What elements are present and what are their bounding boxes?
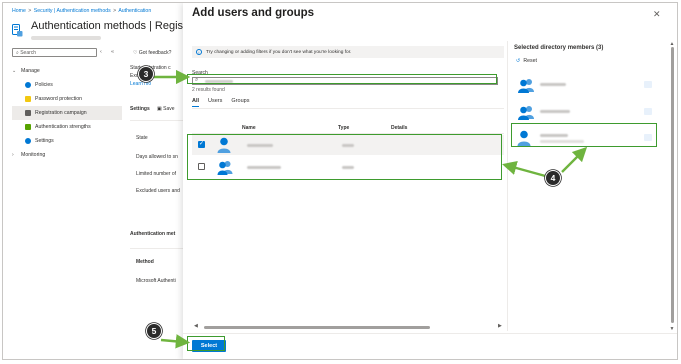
info-text: Try changing or adding filters if you do… bbox=[206, 49, 352, 55]
vertical-scrollbar[interactable]: ▲ ▼ bbox=[669, 41, 675, 333]
sidebar-item-policies[interactable]: Policies bbox=[12, 78, 122, 92]
chevron-right-icon: › bbox=[12, 152, 14, 158]
group-icon bbox=[518, 79, 534, 93]
sidebar-item-label: Manage bbox=[21, 68, 40, 74]
scroll-down-icon[interactable]: ▼ bbox=[670, 326, 675, 332]
feedback-label: Got feedback? bbox=[138, 50, 172, 56]
nav-search-input[interactable]: ⌕ Search bbox=[12, 48, 97, 57]
column-header-type[interactable]: Type bbox=[338, 125, 349, 131]
campaign-icon bbox=[25, 110, 31, 116]
screenshot-frame: Home > Security | Authentication methods… bbox=[2, 2, 678, 360]
tab-users[interactable]: Users bbox=[208, 98, 222, 107]
filter-tabs: All Users Groups bbox=[192, 98, 249, 107]
excluded-users-label: Excluded users and bbox=[136, 188, 180, 194]
method-column-header: Method bbox=[136, 259, 154, 265]
background-content: ♡ Got feedback? Start registration c Exc… bbox=[126, 3, 186, 359]
results-highlight-box bbox=[187, 134, 502, 180]
breadcrumb-separator: > bbox=[28, 8, 32, 14]
save-button[interactable]: ▣ Save bbox=[157, 106, 175, 112]
results-count: 2 results found bbox=[192, 87, 225, 93]
panel-divider bbox=[507, 41, 508, 331]
sidebar-item-label: Registration campaign bbox=[35, 110, 87, 116]
sidebar-item-label: Policies bbox=[35, 82, 53, 88]
remove-member-button[interactable] bbox=[644, 108, 652, 115]
background-page: Home > Security | Authentication methods… bbox=[3, 3, 186, 359]
sidebar-item-registration-campaign[interactable]: Registration campaign bbox=[12, 106, 122, 120]
reset-button[interactable]: ↺ Reset bbox=[516, 58, 537, 64]
sidebar-item-settings[interactable]: Settings bbox=[12, 134, 122, 148]
sidebar-item-monitoring[interactable]: › Monitoring bbox=[12, 148, 122, 162]
step-5-callout: 5 bbox=[146, 323, 162, 339]
scrollbar-thumb[interactable] bbox=[204, 325, 430, 329]
page-subtitle-redacted bbox=[31, 36, 101, 40]
remove-member-button[interactable] bbox=[644, 81, 652, 88]
shield-icon bbox=[25, 124, 31, 130]
scrollbar-thumb[interactable] bbox=[670, 47, 674, 323]
auth-methods-icon bbox=[12, 24, 23, 37]
select-button-highlight-box bbox=[187, 336, 225, 351]
scroll-left-icon[interactable]: ◀ bbox=[194, 323, 198, 329]
tab-all[interactable]: All bbox=[192, 98, 200, 107]
state-label: State bbox=[136, 135, 148, 141]
breadcrumb-security[interactable]: Security | Authentication methods bbox=[34, 8, 111, 14]
close-icon[interactable]: ✕ bbox=[653, 9, 661, 20]
save-label: Save bbox=[163, 106, 175, 112]
divider bbox=[130, 248, 186, 249]
sidebar-item-label: Password protection bbox=[35, 96, 82, 102]
key-icon bbox=[25, 96, 31, 102]
divider bbox=[130, 120, 186, 121]
tabs-divider bbox=[192, 108, 504, 109]
undo-icon: ↺ bbox=[516, 58, 521, 64]
chevron-down-icon: ⌄ bbox=[12, 68, 17, 74]
gear-icon bbox=[25, 138, 31, 144]
limited-number-label: Limited number of bbox=[136, 171, 177, 177]
info-icon: i bbox=[196, 49, 202, 55]
sidebar-item-authentication-strengths[interactable]: Authentication strengths bbox=[12, 120, 122, 134]
selected-member bbox=[514, 75, 659, 95]
horizontal-scrollbar[interactable]: ◀ ▶ bbox=[192, 323, 504, 330]
microsoft-authenticator-label: Microsoft Authenti bbox=[136, 278, 176, 284]
sidebar-item-password-protection[interactable]: Password protection bbox=[12, 92, 122, 106]
nav-collapse-icon[interactable]: ‹ bbox=[100, 49, 102, 55]
nav-double-chevron-icon[interactable]: « bbox=[111, 49, 114, 55]
tab-groups[interactable]: Groups bbox=[231, 98, 249, 107]
search-highlight-box bbox=[187, 74, 497, 84]
auth-methods-heading: Authentication met bbox=[130, 231, 176, 237]
scroll-right-icon[interactable]: ▶ bbox=[498, 323, 502, 329]
sidebar-item-label: Authentication strengths bbox=[35, 124, 91, 130]
column-header-name[interactable]: Name bbox=[242, 125, 256, 131]
step-3-callout: 3 bbox=[138, 66, 154, 82]
add-users-groups-dialog: Add users and groups ✕ i Try changing or… bbox=[183, 3, 677, 359]
info-banner: i Try changing or adding filters if you … bbox=[192, 46, 504, 58]
nav-search-placeholder: Search bbox=[20, 50, 37, 56]
column-header-details[interactable]: Details bbox=[391, 125, 407, 131]
sidebar-nav: ⌄ Manage Policies Password protection Re… bbox=[12, 64, 122, 162]
dialog-title: Add users and groups bbox=[192, 7, 315, 19]
days-allowed-label: Days allowed to sn bbox=[136, 154, 178, 160]
member-name-redacted bbox=[540, 83, 566, 86]
policies-icon bbox=[25, 82, 31, 88]
sidebar-item-label: Settings bbox=[35, 138, 54, 144]
reset-label: Reset bbox=[523, 58, 537, 64]
selected-member-highlight-box bbox=[511, 123, 657, 147]
breadcrumb-home[interactable]: Home bbox=[12, 8, 26, 14]
member-name-redacted bbox=[540, 110, 570, 113]
selected-members-title: Selected directory members (3) bbox=[514, 45, 604, 51]
learn-more-link[interactable]: Learn mo bbox=[130, 81, 151, 87]
group-icon bbox=[518, 106, 534, 120]
feedback-link[interactable]: ♡ Got feedback? bbox=[133, 50, 171, 56]
footer-divider bbox=[183, 333, 677, 334]
sidebar-item-manage[interactable]: ⌄ Manage bbox=[12, 64, 122, 78]
sidebar-item-label: Monitoring bbox=[21, 152, 46, 158]
breadcrumb-separator: > bbox=[113, 8, 117, 14]
settings-heading: Settings bbox=[130, 106, 150, 112]
selected-member bbox=[514, 102, 659, 122]
step-4-callout: 4 bbox=[545, 170, 561, 186]
